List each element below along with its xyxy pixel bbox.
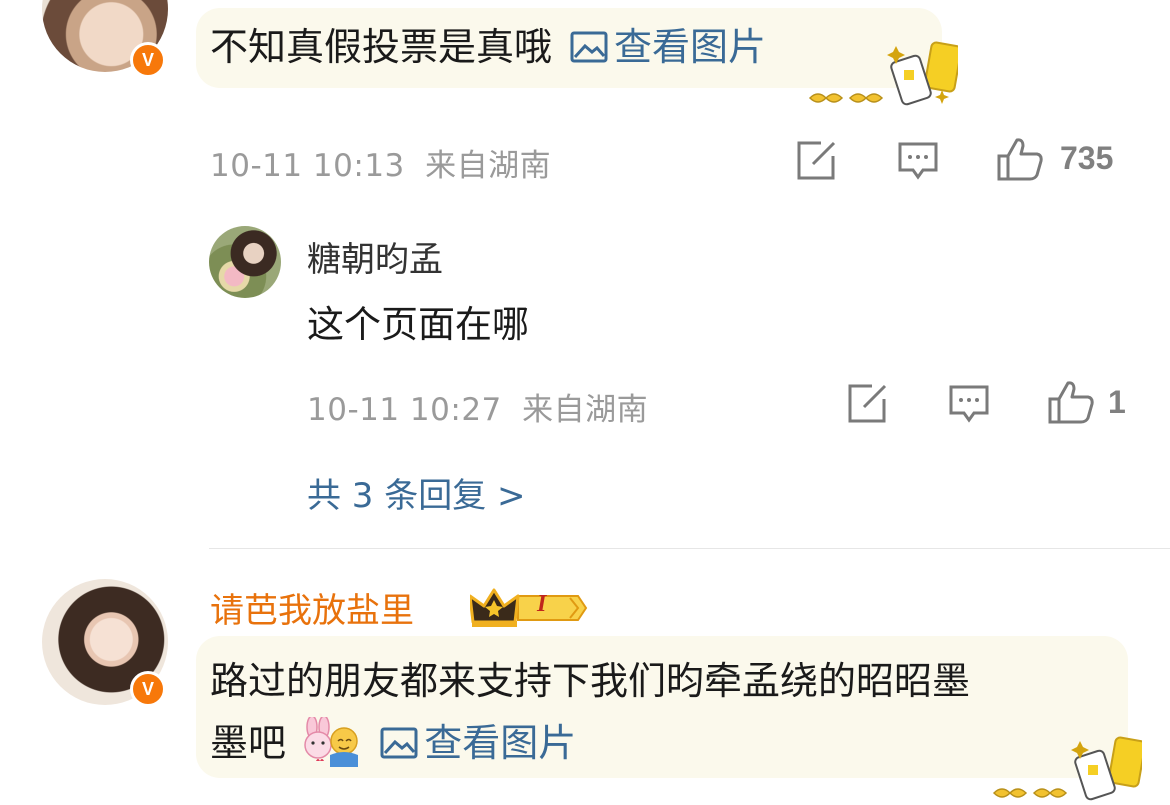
comment-icon[interactable] <box>897 140 939 182</box>
location: 来自湖南 <box>522 392 649 428</box>
view-image-label: 查看图片 <box>424 721 577 765</box>
crown-rank-icon <box>470 588 588 627</box>
location: 来自湖南 <box>425 148 552 184</box>
timestamp: 10-11 10:13 <box>210 148 405 184</box>
comment-meta: 10-11 10:13 来自湖南 <box>210 140 551 185</box>
image-icon <box>380 727 418 758</box>
like-count: 735 <box>1060 140 1114 176</box>
bunny-hug-emoji-icon <box>304 714 359 767</box>
view-image-link[interactable]: 查看图片 <box>570 25 766 69</box>
verified-badge-icon: V <box>130 42 166 78</box>
card-sticker-icon <box>992 736 1142 801</box>
more-replies-link[interactable]: 共 3 条回复 > <box>307 468 526 517</box>
card-sticker-icon <box>808 41 958 106</box>
like-icon[interactable] <box>996 136 1044 182</box>
like-count: 1 <box>1108 384 1126 420</box>
comment-text: 不知真假投票是真哦 查看图片 <box>210 20 766 74</box>
comment-body: 不知真假投票是真哦 <box>210 25 553 69</box>
comment-body: 墨吧 <box>210 721 287 765</box>
reply-text: 这个页面在哪 <box>307 303 529 346</box>
comment-username[interactable]: 请芭我放盐里 <box>210 583 414 632</box>
comment-text-line1: 路过的朋友都来支持下我们昀牵孟绕的昭昭墨 <box>210 659 971 703</box>
divider <box>209 548 1170 549</box>
image-icon <box>570 31 608 62</box>
reply-avatar[interactable] <box>209 226 281 298</box>
share-icon[interactable] <box>795 140 837 182</box>
timestamp: 10-11 10:27 <box>307 392 502 428</box>
rank-badge-label: I <box>537 591 547 617</box>
reply-meta: 10-11 10:27 来自湖南 <box>307 384 648 429</box>
comment-text-line2: 墨吧 查看图片 <box>210 714 576 771</box>
reply-username[interactable]: 糖朝昀孟 <box>307 232 443 281</box>
verified-badge-icon: V <box>130 671 166 707</box>
comment-icon[interactable] <box>948 383 990 425</box>
share-icon[interactable] <box>846 383 888 425</box>
view-image-link[interactable]: 查看图片 <box>380 721 576 765</box>
like-icon[interactable] <box>1047 379 1095 425</box>
view-image-label: 查看图片 <box>614 25 767 69</box>
